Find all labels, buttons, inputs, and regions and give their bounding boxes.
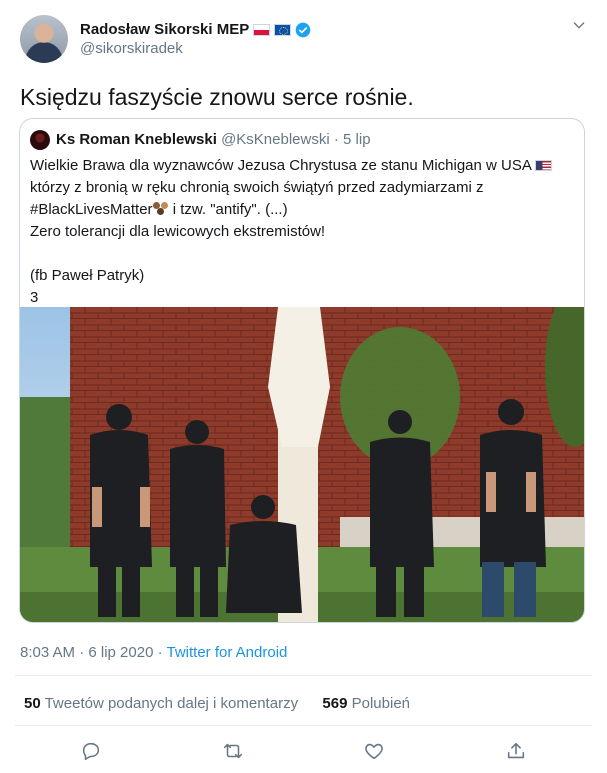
quoted-photo[interactable] [20,307,584,623]
reply-icon[interactable] [80,740,102,762]
timestamp-link[interactable]: 8:03 AM · 6 lip 2020 · [20,644,166,661]
quoted-line-1: Wielkie Brawa dla wyznawców Jezusa Chrys… [30,155,578,177]
quoted-line-5: (fb Paweł Patryk) [30,267,145,284]
divider [15,675,592,676]
flag-usa-icon [535,160,553,171]
author-avatar[interactable] [20,15,68,63]
author-handle[interactable]: @sikorskiradek [80,40,183,57]
tweet-timestamp: 8:03 AM · 6 lip 2020 · Twitter for Andro… [20,644,287,661]
quoted-blank-line [30,243,578,265]
chevron-down-icon[interactable] [571,17,587,33]
author-name[interactable]: Radosław Sikorski MEP [80,21,249,38]
divider [15,725,592,726]
quoted-date[interactable]: 5 lip [343,131,371,148]
likes-stat[interactable]: 569 Polubień [322,695,410,712]
verified-badge-icon [295,22,311,37]
flag-poland-icon [253,23,271,36]
quoted-author-handle[interactable]: @KsKneblewski [221,131,330,148]
author-name-row[interactable]: Radosław Sikorski MEP [80,21,311,38]
quoted-line-3: #BlackLivesMatter i tzw. "antify". (...) [30,201,288,218]
retweets-stat[interactable]: 50 Tweetów podanych dalej i komentarzy [24,695,298,712]
like-icon[interactable] [363,740,385,762]
quoted-line-6: 3 [30,289,39,306]
quoted-author-avatar[interactable] [30,130,50,150]
quoted-author-row: Ks Roman Kneblewski @KsKneblewski · 5 li… [56,131,371,148]
share-icon[interactable] [505,740,527,762]
quoted-author-name[interactable]: Ks Roman Kneblewski [56,131,217,148]
quoted-line-2: którzy z bronią w ręku chronią swoich św… [30,179,484,196]
quoted-tweet[interactable]: Ks Roman Kneblewski @KsKneblewski · 5 li… [19,118,585,623]
quoted-text: Wielkie Brawa dla wyznawców Jezusa Chrys… [30,155,578,309]
retweet-icon[interactable] [222,740,244,762]
engagement-stats: 50 Tweetów podanych dalej i komentarzy 5… [24,695,410,712]
quoted-line-4: Zero tolerancji dla lewicowych ekstremis… [30,223,326,240]
emoji-icon [152,202,169,215]
flag-eu-icon [274,23,292,36]
tweet-text: Księdzu faszyście znowu serce rośnie. [20,84,414,110]
hashtag-link[interactable]: #BlackLivesMatter [30,201,153,218]
source-link[interactable]: Twitter for Android [166,644,287,661]
quoted-separator: · [333,131,339,148]
